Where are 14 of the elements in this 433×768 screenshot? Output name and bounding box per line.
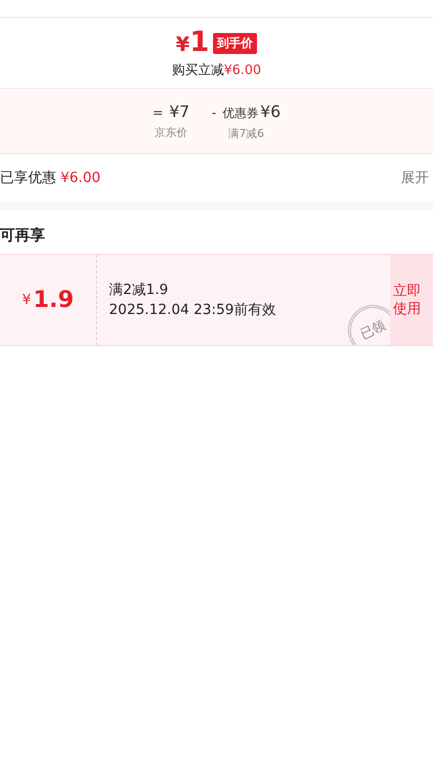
coupon-amount: ¥1.9 — [0, 255, 97, 345]
section-title: 可再享 — [0, 225, 46, 246]
final-price: ¥1 — [176, 27, 210, 59]
formula-value: = ¥7 — [152, 102, 190, 121]
use-now-button[interactable]: 立即使用 — [390, 255, 433, 345]
formula-caption: 京东价 — [154, 125, 188, 140]
coupon-validity: 2025.12.04 23:59前有效 — [109, 301, 277, 319]
saving-text: 购买立减¥6.00 — [172, 62, 262, 79]
formula-value: - 优惠券¥6 — [212, 102, 281, 122]
final-price-badge: 到手价 — [213, 32, 258, 54]
coupon-condition: 满2减1.9 — [109, 281, 170, 299]
enjoyed-discount: 已享优惠 ¥6.00 — [0, 169, 101, 187]
formula-caption: 满7减6 — [228, 126, 264, 140]
expand-link[interactable]: 展开 — [401, 169, 429, 187]
